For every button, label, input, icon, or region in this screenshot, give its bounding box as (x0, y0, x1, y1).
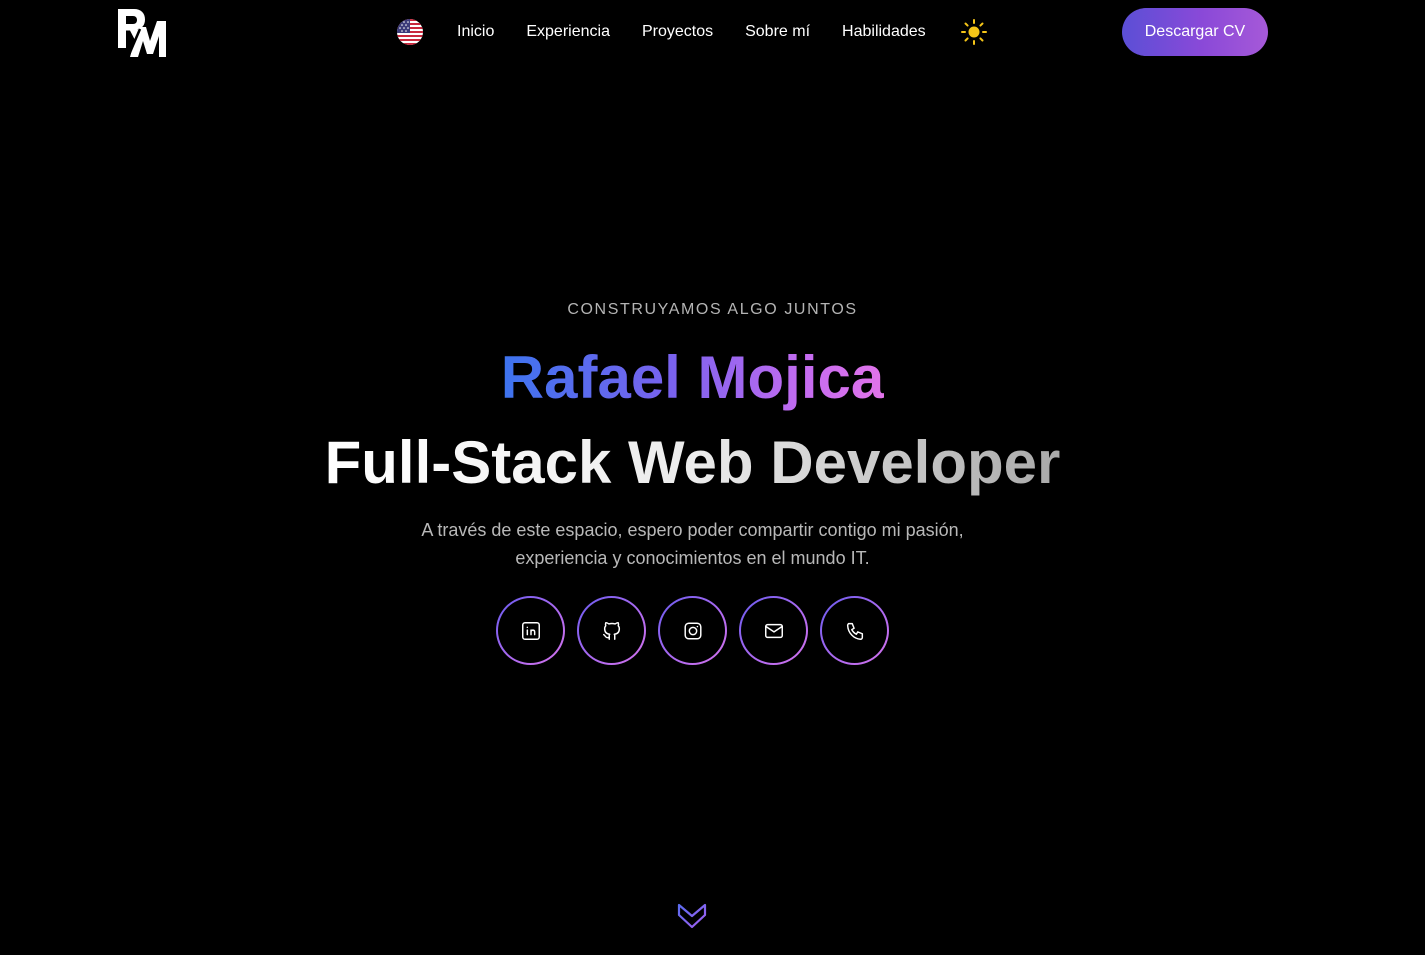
mail-icon (764, 623, 783, 638)
phone-icon (846, 622, 863, 640)
instagram-icon (683, 621, 702, 640)
social-links (496, 596, 889, 665)
chevron-down-icon[interactable] (676, 899, 708, 933)
nav-sobre-mi[interactable]: Sobre mí (745, 14, 810, 50)
nav-experiencia[interactable]: Experiencia (526, 14, 610, 50)
phone-button[interactable] (820, 596, 889, 665)
github-icon (602, 621, 620, 640)
nav-inicio[interactable]: Inicio (457, 14, 494, 50)
rm-logo[interactable]: RM (116, 7, 168, 59)
us-flag-icon[interactable] (397, 19, 423, 45)
hero-role: Full-Stack Web Developer (0, 425, 1385, 501)
linkedin-button[interactable] (496, 596, 565, 665)
hero-description-line2: experiencia y conocimientos en el mundo … (515, 548, 870, 568)
download-cv-button[interactable]: Descargar CV (1122, 8, 1268, 56)
hero-description: A través de este espacio, espero poder c… (0, 516, 1385, 572)
instagram-button[interactable] (658, 596, 727, 665)
main-nav: Inicio Experiencia Proyectos Sobre mí Ha… (397, 14, 988, 50)
hero-description-line1: A través de este espacio, espero poder c… (421, 520, 964, 540)
hero-name: Rafael Mojica (0, 342, 1385, 414)
linkedin-icon (521, 621, 540, 640)
hero-eyebrow: CONSTRUYAMOS ALGO JUNTOS (567, 301, 858, 318)
mail-button[interactable] (739, 596, 808, 665)
sun-icon[interactable] (960, 18, 988, 46)
nav-habilidades[interactable]: Habilidades (842, 14, 926, 50)
nav-proyectos[interactable]: Proyectos (642, 14, 713, 50)
github-button[interactable] (577, 596, 646, 665)
hero-name-text: Rafael Mojica (500, 344, 885, 411)
portfolio-page: RM (0, 0, 1425, 955)
hero-role-text: Full-Stack Web Developer (324, 429, 1061, 496)
